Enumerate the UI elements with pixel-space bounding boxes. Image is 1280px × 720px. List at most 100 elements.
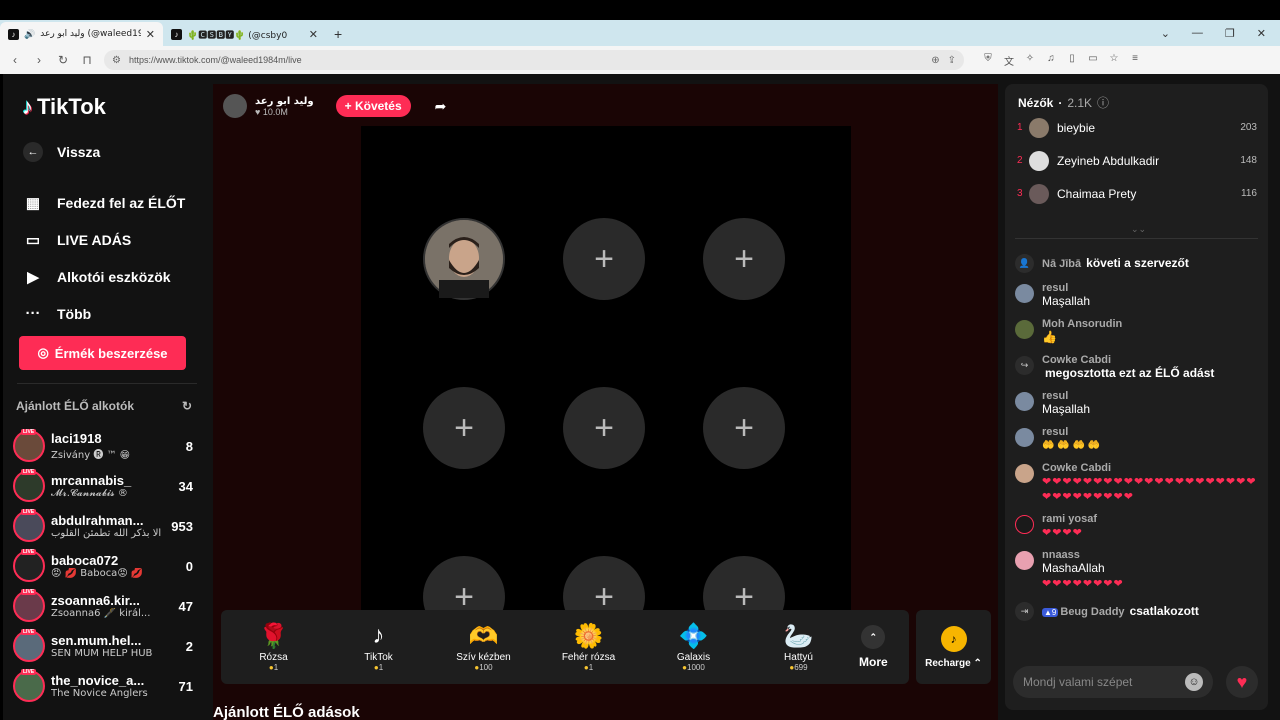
recharge-button[interactable]: ♪ Recharge ⌃ bbox=[916, 610, 991, 684]
refresh-icon[interactable]: ↻ bbox=[182, 399, 192, 413]
music-icon[interactable]: ♫ bbox=[1045, 53, 1057, 68]
get-coins-button[interactable]: ◎ Érmék beszerzése bbox=[19, 336, 186, 370]
share-arrow-icon[interactable]: ➦ bbox=[435, 98, 447, 115]
sidebar-icon[interactable]: ▯ bbox=[1066, 53, 1078, 68]
host-video-slot[interactable] bbox=[423, 218, 505, 300]
host-avatar[interactable] bbox=[223, 94, 247, 118]
creator-item[interactable]: LIVE mrcannabis_ 𝓜𝓻.𝓒𝓪𝓷𝓷𝓪𝓫𝓲𝓼 ® 34 bbox=[13, 466, 193, 506]
bookmark-icon[interactable]: ⊓ bbox=[80, 53, 94, 67]
creator-item[interactable]: LIVE zsoanna6.kir... Zsoanna6 🖋️ királ...… bbox=[13, 586, 193, 626]
message-author[interactable]: Moh Ansorudin bbox=[1042, 318, 1260, 330]
message-text: megosztotta ezt az ÉLŐ adást bbox=[1045, 366, 1215, 380]
url-field[interactable]: ⚙ https://www.tiktok.com/@waleed1984m/li… bbox=[104, 50, 964, 70]
restore-icon[interactable]: ❐ bbox=[1225, 27, 1235, 40]
star-icon[interactable]: ☆ bbox=[1108, 53, 1120, 68]
add-guest-slot[interactable]: + bbox=[423, 387, 505, 469]
gift-item[interactable]: ♪ TikTok ●1 bbox=[326, 622, 431, 672]
add-guest-slot[interactable]: + bbox=[703, 387, 785, 469]
back-link[interactable]: ← Vissza bbox=[23, 142, 100, 162]
more-icon: ··· bbox=[25, 305, 41, 322]
top-viewer-row[interactable]: 3 Chaimaa Prety 116 bbox=[1017, 177, 1257, 210]
message-author[interactable]: resul bbox=[1042, 426, 1260, 438]
chat-message: resul Maşallah bbox=[1015, 282, 1260, 309]
wallet-icon[interactable]: ▭ bbox=[1087, 53, 1099, 68]
add-guest-slot[interactable]: + bbox=[563, 218, 645, 300]
message-author[interactable]: resul bbox=[1042, 390, 1260, 402]
expand-chevron-icon[interactable]: ⌄⌄ bbox=[1131, 224, 1146, 235]
recommended-lives-title: Ajánlott ÉLŐ adások bbox=[213, 704, 360, 720]
menu-item-go-live[interactable]: ▭ LIVE ADÁS bbox=[23, 221, 185, 258]
browser-tab[interactable]: ♪ 🌵🅲🆂🅱🆈🌵 (@csby0 ✕ bbox=[163, 22, 326, 46]
forward-arrow-icon[interactable]: › bbox=[32, 53, 46, 67]
gift-item[interactable]: 🌼 Fehér rózsa ●1 bbox=[536, 622, 641, 672]
reload-icon[interactable]: ↻ bbox=[56, 53, 70, 67]
gift-item[interactable]: 🦢 Hattyú ●699 bbox=[746, 622, 851, 672]
emoji-icon[interactable]: ☺ bbox=[1185, 673, 1203, 691]
minimize-icon[interactable]: — bbox=[1192, 27, 1203, 40]
new-tab-button[interactable]: + bbox=[326, 26, 350, 46]
gift-item[interactable]: 🌹 Rózsa ●1 bbox=[221, 622, 326, 672]
chat-input[interactable]: Mondj valami szépet ☺ bbox=[1013, 666, 1213, 698]
add-guest-slot[interactable]: + bbox=[563, 387, 645, 469]
host-name[interactable]: وليد ابو رعد bbox=[255, 96, 314, 107]
gift-bar: 🌹 Rózsa ●1 ♪ TikTok ●1 🫶 Szív kézben ●10… bbox=[221, 610, 909, 684]
level-badge-value: 9 bbox=[1051, 607, 1057, 617]
translate-icon[interactable]: 文 bbox=[1003, 53, 1015, 68]
chevron-up-icon: ⌃ bbox=[861, 625, 886, 649]
gift-item[interactable]: 💠 Galaxis ●1000 bbox=[641, 622, 746, 672]
creator-name: baboca072 bbox=[51, 553, 119, 568]
creator-item[interactable]: LIVE sen.mum.hel... SEN MUM HELP HUB 2 bbox=[13, 626, 193, 666]
close-tab-icon[interactable]: ✕ bbox=[146, 28, 155, 41]
top-viewer-row[interactable]: 2 Zeyineb Abdulkadir 148 bbox=[1017, 144, 1257, 177]
chevron-down-icon[interactable]: ⌄ bbox=[1161, 27, 1170, 40]
menu-item-more[interactable]: ··· Több bbox=[23, 295, 185, 332]
creator-item[interactable]: LIVE abdulrahman... ألا بذكر الله تطمئن ا… bbox=[13, 506, 193, 546]
share-icon[interactable]: ⇪ bbox=[948, 55, 956, 66]
message-author[interactable]: resul bbox=[1042, 282, 1260, 294]
more-gifts-button[interactable]: ⌃ More bbox=[859, 625, 888, 669]
viewers-header[interactable]: Nézők · 2.1K ⓘ bbox=[1018, 94, 1109, 111]
live-badge: LIVE bbox=[21, 549, 37, 555]
follow-button[interactable]: + Követés bbox=[335, 95, 411, 117]
message-author[interactable]: Cowke Cabdi bbox=[1042, 462, 1260, 474]
creator-item[interactable]: LIVE laci1918 Zsivány 🅡 ™ 😁 8 bbox=[13, 426, 193, 466]
menu-icon[interactable]: ≡ bbox=[1129, 53, 1141, 68]
viewer-count: 2 bbox=[185, 638, 193, 654]
message-author[interactable]: rami yosaf bbox=[1042, 513, 1260, 525]
info-icon[interactable]: ⓘ bbox=[1097, 94, 1109, 111]
viewers-count: 2.1K bbox=[1067, 95, 1093, 110]
host-face-image bbox=[425, 220, 503, 298]
top-viewers-list: 1 bieybie 203 2 Zeyineb Abdulkadir 148 3… bbox=[1017, 111, 1257, 210]
sidebar-menu: ▦ Fedezd fel az ÉLŐT ▭ LIVE ADÁS ▶ Alkot… bbox=[23, 184, 186, 332]
creator-item[interactable]: LIVE baboca072 😡 💋 Baboca😡 💋 0 bbox=[13, 546, 193, 586]
heart-like-button[interactable]: ♥ bbox=[1226, 666, 1258, 698]
message-author[interactable]: Cowke Cabdi bbox=[1042, 354, 1260, 366]
back-arrow-icon[interactable]: ‹ bbox=[8, 53, 22, 67]
menu-item-creator-tools[interactable]: ▶ Alkotói eszközök bbox=[23, 258, 185, 295]
gift-price: ●1 bbox=[269, 663, 278, 672]
live-badge: LIVE bbox=[21, 509, 37, 515]
top-viewer-row[interactable]: 1 bieybie 203 bbox=[1017, 111, 1257, 144]
menu-item-explore-live[interactable]: ▦ Fedezd fel az ÉLŐT bbox=[23, 184, 185, 221]
message-author[interactable]: nnaass bbox=[1042, 549, 1260, 561]
close-tab-icon[interactable]: ✕ bbox=[309, 28, 318, 41]
creator-item[interactable]: LIVE the_novice_a... The Novice Anglers 7… bbox=[13, 666, 193, 706]
browser-tab-active[interactable]: ♪ 🔊 وليد ابو رعد (@waleed1984m) ✕ bbox=[0, 22, 163, 46]
calendar-icon: ▦ bbox=[25, 194, 41, 212]
add-guest-slot[interactable]: + bbox=[703, 218, 785, 300]
site-settings-icon[interactable]: ⚙ bbox=[112, 55, 121, 66]
zoom-icon[interactable]: ⊕ bbox=[931, 55, 939, 66]
gift-item[interactable]: 🫶 Szív kézben ●100 bbox=[431, 622, 536, 672]
message-author[interactable]: Beug Daddy bbox=[1060, 606, 1124, 618]
avatar: LIVE bbox=[13, 509, 45, 542]
tiktok-logo[interactable]: ♪ TikTok bbox=[22, 94, 106, 120]
avatar bbox=[1015, 392, 1034, 411]
message-author[interactable]: Nā Jībā bbox=[1042, 258, 1081, 270]
message-text: ❤❤❤❤ bbox=[1042, 526, 1083, 539]
shield-icon[interactable]: ⛨ bbox=[982, 53, 994, 68]
puzzle-icon[interactable]: ✧ bbox=[1024, 53, 1036, 68]
close-window-icon[interactable]: ✕ bbox=[1257, 27, 1266, 40]
tiktok-note-icon: ♪ bbox=[22, 94, 33, 119]
viewer-rank: 1 bbox=[1017, 122, 1023, 133]
creator-subtitle: 𝓜𝓻.𝓒𝓪𝓷𝓷𝓪𝓫𝓲𝓼 ® bbox=[51, 488, 128, 499]
